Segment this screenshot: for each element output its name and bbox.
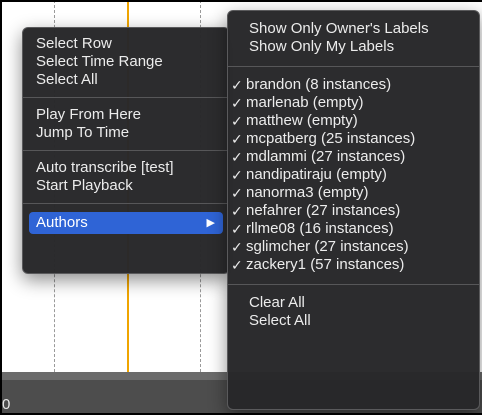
checkmark-icon: ✓: [231, 113, 243, 129]
author-label: mcpatberg (25 instances): [246, 130, 416, 147]
context-menu: Select Row Select Time Range Select All …: [22, 27, 230, 274]
menu-item-select-time-range[interactable]: Select Time Range: [23, 53, 229, 71]
menu-item-author[interactable]: ✓ nandipatiraju (empty): [228, 166, 479, 184]
menu-item-clear-all[interactable]: Clear All: [228, 294, 479, 312]
checkmark-icon: ✓: [231, 149, 243, 165]
menu-item-select-all-authors[interactable]: Select All: [228, 312, 479, 330]
checkmark-icon: ✓: [231, 221, 243, 237]
menu-item-author[interactable]: ✓ mcpatberg (25 instances): [228, 130, 479, 148]
menu-item-author[interactable]: ✓ mdlammi (27 instances): [228, 148, 479, 166]
menu-item-show-owner-labels[interactable]: Show Only Owner's Labels: [228, 20, 479, 38]
author-label: rllme08 (16 instances): [246, 220, 394, 237]
checkmark-icon: ✓: [231, 131, 243, 147]
author-label: nefahrer (27 instances): [246, 202, 401, 219]
author-label: sglimcher (27 instances): [246, 238, 409, 255]
menu-item-author[interactable]: ✓ sglimcher (27 instances): [228, 238, 479, 256]
author-label: nanorma3 (empty): [246, 184, 369, 201]
menu-separator: [23, 97, 229, 98]
menu-item-select-all[interactable]: Select All: [23, 71, 229, 89]
menu-separator: [228, 66, 479, 67]
menu-item-author[interactable]: ✓ rllme08 (16 instances): [228, 220, 479, 238]
menu-item-author[interactable]: ✓ marlenab (empty): [228, 94, 479, 112]
author-label: mdlammi (27 instances): [246, 148, 406, 165]
checkmark-icon: ✓: [231, 239, 243, 255]
menu-item-author[interactable]: ✓ nanorma3 (empty): [228, 184, 479, 202]
menu-item-author[interactable]: ✓ nefahrer (27 instances): [228, 202, 479, 220]
menu-item-author[interactable]: ✓ matthew (empty): [228, 112, 479, 130]
menu-item-show-my-labels[interactable]: Show Only My Labels: [228, 38, 479, 56]
menu-separator: [23, 203, 229, 204]
menu-item-start-playback[interactable]: Start Playback: [23, 177, 229, 195]
checkmark-icon: ✓: [231, 95, 243, 111]
checkmark-icon: ✓: [231, 185, 243, 201]
checkmark-icon: ✓: [231, 77, 243, 93]
author-label: matthew (empty): [246, 112, 358, 129]
menu-separator: [23, 150, 229, 151]
author-label: marlenab (empty): [246, 94, 364, 111]
menu-item-author[interactable]: ✓ zackery1 (57 instances): [228, 256, 479, 274]
menu-item-authors-label: Authors: [36, 214, 88, 231]
menu-item-auto-transcribe[interactable]: Auto transcribe [test]: [23, 159, 229, 177]
author-label: nandipatiraju (empty): [246, 166, 387, 183]
author-list: ✓ brandon (8 instances) ✓ marlenab (empty) ✓…: [228, 76, 479, 274]
checkmark-icon: ✓: [231, 203, 243, 219]
checkmark-icon: ✓: [231, 257, 243, 273]
submenu-arrow-icon: ▶: [206, 217, 215, 229]
authors-submenu: Show Only Owner's Labels Show Only My La…: [227, 10, 480, 410]
menu-item-jump-to-time[interactable]: Jump To Time: [23, 124, 229, 142]
menu-item-author[interactable]: ✓ brandon (8 instances): [228, 76, 479, 94]
author-label: brandon (8 instances): [246, 76, 392, 93]
checkmark-icon: ✓: [231, 167, 243, 183]
menu-item-select-row[interactable]: Select Row: [23, 35, 229, 53]
menu-item-authors[interactable]: Authors ▶: [29, 212, 223, 234]
menu-separator: [228, 284, 479, 285]
menu-item-play-from-here[interactable]: Play From Here: [23, 106, 229, 124]
author-label: zackery1 (57 instances): [246, 256, 405, 273]
